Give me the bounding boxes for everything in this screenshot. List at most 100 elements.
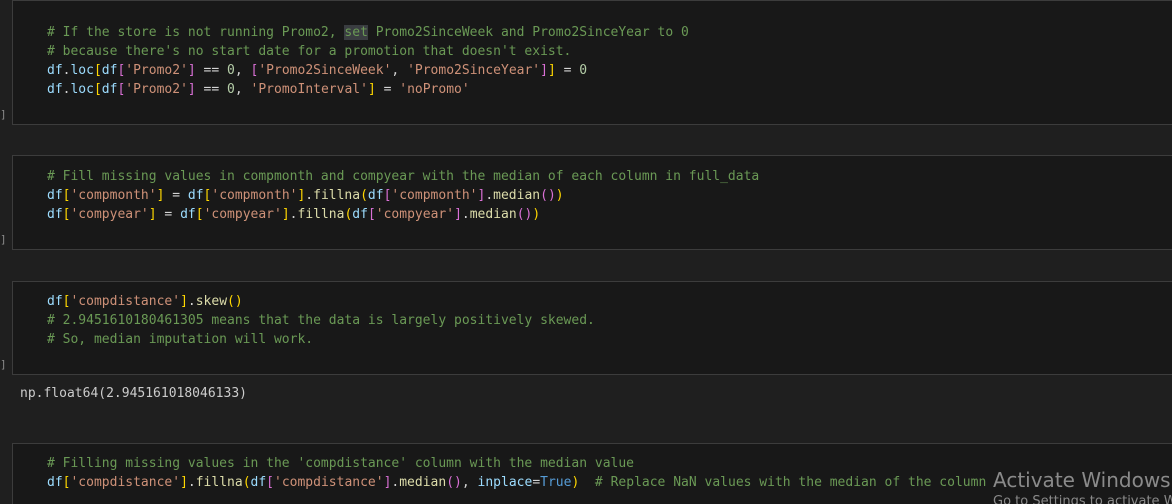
code-token: fillna (297, 207, 345, 222)
code-token: set (344, 25, 368, 40)
code-token: 'compyear' (70, 207, 149, 222)
code-token: ) (532, 207, 541, 222)
code-token: ] (187, 63, 196, 78)
code-token: () (540, 188, 556, 203)
code-token: # Filling missing values in the 'compdis… (47, 456, 634, 471)
code-line: df.loc[df['Promo2'] == 0, 'PromoInterval… (47, 80, 689, 99)
code-token: ] (281, 207, 290, 222)
code-token: 'compdistance' (274, 475, 384, 490)
cell-output-3: np.float64(2.945161018046133) (20, 386, 247, 401)
watermark-title: Activate Windows (993, 468, 1171, 492)
code-token: 'compdistance' (70, 475, 181, 490)
code-token: 'compdistance' (70, 294, 181, 309)
code-token: True (540, 475, 572, 490)
code-token: 0 (579, 63, 588, 78)
code-cell-1[interactable]: # If the store is not running Promo2, se… (12, 0, 1172, 125)
code-line: # Filling missing values in the 'compdis… (47, 454, 986, 473)
code-line: df['compdistance'].skew() (47, 292, 595, 311)
code-token: ( (242, 475, 251, 490)
code-token: ( (360, 188, 368, 203)
code-token: 'Promo2SinceWeek' (258, 63, 392, 78)
code-token: ] (180, 294, 188, 309)
code-token: fillna (195, 475, 243, 490)
code-token: ] (148, 207, 157, 222)
code-token: median (399, 475, 447, 490)
code-token: , (234, 63, 251, 78)
code-editor-2[interactable]: # Fill missing values in compmonth and c… (47, 167, 759, 224)
code-token: () (516, 207, 533, 222)
code-token: df (47, 475, 63, 490)
code-token: skew (195, 294, 228, 309)
code-line: df['compyear'] = df['compyear'].fillna(d… (47, 205, 759, 224)
code-token: . (461, 207, 470, 222)
code-line: # Fill missing values in compmonth and c… (47, 167, 759, 186)
code-token: = (555, 63, 580, 78)
code-token: 'compmonth' (391, 188, 478, 203)
code-token: 'PromoInterval' (250, 82, 368, 97)
code-token: 'compmonth' (70, 188, 157, 203)
code-token: ] (180, 475, 188, 490)
code-token: . (485, 188, 494, 203)
code-token: () (227, 294, 243, 309)
code-token: # 2.9451610180461305 means that the data… (47, 313, 595, 328)
code-line: df['compmonth'] = df['compmonth'].fillna… (47, 186, 759, 205)
code-token: , (391, 63, 408, 78)
code-token: Promo2SinceWeek and Promo2SinceYear to 0 (367, 25, 689, 40)
code-token: inplace (477, 475, 533, 490)
code-line: df['compdistance'].fillna(df['compdistan… (47, 473, 986, 492)
code-line: # If the store is not running Promo2, se… (47, 23, 689, 42)
code-editor-1[interactable]: # If the store is not running Promo2, se… (47, 23, 689, 99)
code-token: , (234, 82, 251, 97)
code-cell-3[interactable]: df['compdistance'].skew() # 2.94516101804… (12, 281, 1172, 375)
code-token: [ (367, 207, 376, 222)
code-token: df (47, 294, 63, 309)
code-token: [ (93, 63, 102, 78)
code-token: 'Promo2' (125, 82, 188, 97)
activate-windows-watermark: Activate Windows Go to Settings to activ… (993, 468, 1172, 504)
code-token: , (461, 475, 478, 490)
code-token: == (195, 63, 228, 78)
code-token: loc (70, 82, 94, 97)
code-editor-4[interactable]: # Filling missing values in the 'compdis… (47, 454, 986, 492)
code-token: [ (195, 207, 204, 222)
cell-marker-1: ] (0, 108, 7, 121)
code-token: 'Promo2SinceYear' (407, 63, 541, 78)
code-token: 'compyear' (203, 207, 282, 222)
watermark-subtitle: Go to Settings to activate Windows. (993, 494, 1172, 504)
code-token: df (47, 207, 63, 222)
code-token: . (305, 188, 314, 203)
code-token: loc (70, 63, 94, 78)
code-token: median (493, 188, 541, 203)
cell-marker-2: ] (0, 233, 7, 246)
code-token: ] (454, 207, 462, 222)
code-line: df.loc[df['Promo2'] == 0, ['Promo2SinceW… (47, 61, 689, 80)
code-token: = (532, 475, 541, 490)
code-token: fillna (313, 188, 361, 203)
code-token: # Replace NaN values with the median of … (579, 475, 987, 490)
code-token: df (47, 63, 63, 78)
code-token: 'compyear' (375, 207, 455, 222)
code-token: df (250, 475, 267, 490)
code-token: 'Promo2' (125, 63, 188, 78)
code-token: df (47, 188, 63, 203)
code-token: df (101, 82, 118, 97)
code-token: [ (93, 82, 102, 97)
code-token: ) (555, 188, 564, 203)
code-token: df (352, 207, 368, 222)
code-token: 0 (227, 63, 235, 78)
cell-marker-3: ] (0, 358, 7, 371)
code-token: # So, median imputation will work. (47, 332, 314, 347)
code-token: median (469, 207, 517, 222)
code-token: # Fill missing values in compmonth and c… (47, 169, 760, 184)
code-token: 'noPromo' (399, 82, 470, 97)
code-line: # because there's no start date for a pr… (47, 42, 689, 61)
code-editor-3[interactable]: df['compdistance'].skew() # 2.94516101804… (47, 292, 595, 349)
code-token: 0 (227, 82, 235, 97)
code-token: ] (540, 63, 548, 78)
code-cell-2[interactable]: # Fill missing values in compmonth and c… (12, 155, 1172, 250)
code-token: # If the store is not running Promo2, (47, 25, 345, 40)
code-token: . (289, 207, 298, 222)
code-token: = (164, 188, 188, 203)
code-token: df (367, 188, 384, 203)
code-token: = (375, 82, 400, 97)
